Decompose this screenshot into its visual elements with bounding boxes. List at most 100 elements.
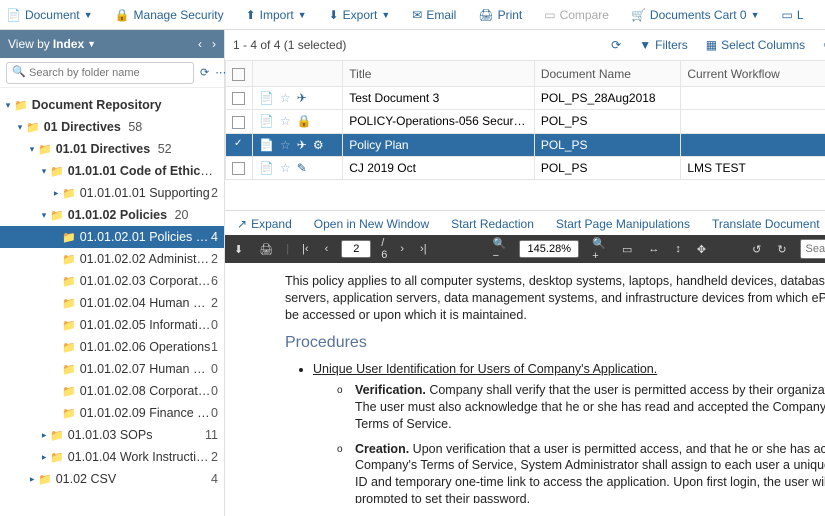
download-icon[interactable]: ⬇ <box>231 243 246 256</box>
tree-node[interactable]: ▾📁01.01.02 Policies 20 <box>0 204 224 226</box>
folder-icon: 📁 <box>62 363 76 376</box>
view-by-bar[interactable]: View by Index ▼ ‹ › <box>0 30 224 58</box>
star-icon[interactable]: ☆ <box>280 91 291 105</box>
col-workflow[interactable]: Current Workflow <box>681 61 825 87</box>
print-icon[interactable]: 🖨 <box>256 243 276 256</box>
caret-icon[interactable]: ▾ <box>26 144 38 155</box>
fit-height-icon[interactable]: ↕ <box>672 243 684 255</box>
caret-icon[interactable]: ▾ <box>51 187 62 199</box>
filters-button[interactable]: ▼ Filters <box>639 38 688 52</box>
print-label: Print <box>498 8 523 22</box>
row-checkbox[interactable] <box>232 116 245 129</box>
caret-icon[interactable]: ▾ <box>27 473 38 485</box>
tree-node[interactable]: ▾📁01.01.03 SOPs11 <box>0 424 224 446</box>
tree-node[interactable]: 📁01.01.02.09 Finance and Ac...0 <box>0 402 224 424</box>
folder-search-input[interactable] <box>6 62 194 84</box>
row-checkbox[interactable] <box>232 162 245 175</box>
tree-node[interactable]: ▾📁01.01 Directives 52 <box>0 138 224 160</box>
zoom-input[interactable] <box>519 240 579 258</box>
caret-down-icon: ▼ <box>751 10 760 20</box>
tree-node[interactable]: 📁01.01.02.08 Corporate Com...0 <box>0 380 224 402</box>
tree-node[interactable]: 📁01.01.02.05 Information Te...0 <box>0 314 224 336</box>
rotate-cw-icon[interactable]: ↻ <box>774 243 789 256</box>
tree-node-selected[interactable]: 📁01.01.02.01 Policies System4 <box>0 226 224 248</box>
gear-icon[interactable]: ⚙ <box>313 138 324 152</box>
send-icon[interactable]: ✈ <box>297 91 307 105</box>
documents-cart-button[interactable]: 🛒 Documents Cart 0 ▼ <box>631 8 760 22</box>
tree-node[interactable]: ▾📁01.01.01.01 Supporting2 <box>0 182 224 204</box>
caret-icon[interactable]: ▾ <box>38 210 50 221</box>
start-page-manipulations-button[interactable]: Start Page Manipulations <box>556 217 690 231</box>
document-grid: Title Document Name Current Workflow Cur… <box>225 60 825 180</box>
star-icon[interactable]: ☆ <box>280 114 291 128</box>
doc-icon: 📄 <box>259 161 274 175</box>
doc-sub-item: Verification. Company shall verify that … <box>337 382 825 433</box>
caret-icon[interactable]: ▾ <box>39 429 50 441</box>
select-all-header[interactable] <box>226 61 253 87</box>
first-page-icon[interactable]: |‹ <box>299 243 312 255</box>
zoom-in-icon[interactable]: 🔍+ <box>589 237 609 262</box>
table-row[interactable]: 📄 ☆ ✎CJ 2019 OctPOL_PSLMS TESTApprova <box>226 156 825 179</box>
refresh-grid-icon[interactable]: ⟳ <box>611 38 621 52</box>
caret-icon[interactable]: ▾ <box>39 451 50 463</box>
page-input[interactable] <box>341 240 371 258</box>
star-icon[interactable]: ☆ <box>280 161 291 175</box>
tree-node[interactable]: ▾📁01.01.01 Code of Ethics 19 <box>0 160 224 182</box>
pan-icon[interactable]: ✥ <box>694 243 709 256</box>
refresh-tree-icon[interactable]: ⟳ <box>200 66 209 79</box>
chevron-left-icon[interactable]: ‹ <box>198 37 202 51</box>
tree-node[interactable]: 📁01.01.02.03 Corporate Qual...6 <box>0 270 224 292</box>
import-menu[interactable]: ⬆ Import ▼ <box>246 8 307 22</box>
email-button[interactable]: ✉ Email <box>412 8 456 22</box>
export-menu[interactable]: ⬇ Export ▼ <box>329 8 391 22</box>
next-page-icon[interactable]: › <box>397 243 407 255</box>
cell-docname: POL_PS <box>534 133 681 156</box>
extra-right-button[interactable]: ▭ L <box>782 8 804 22</box>
last-page-icon[interactable]: ›| <box>417 243 430 255</box>
send-icon[interactable]: ✈ <box>297 138 307 152</box>
viewer-tabs: ↗ Expand Open in New Window Start Redact… <box>225 210 825 235</box>
col-title[interactable]: Title <box>343 61 535 87</box>
document-preview: This policy applies to all computer syst… <box>225 263 825 503</box>
tree-node[interactable]: 📁01.01.02.06 Operations1 <box>0 336 224 358</box>
row-checkbox[interactable] <box>232 139 245 152</box>
tree-root[interactable]: ▾📁Document Repository <box>0 94 224 116</box>
start-redaction-button[interactable]: Start Redaction <box>451 217 534 231</box>
caret-icon[interactable]: ▾ <box>38 166 50 177</box>
table-row[interactable]: 📄 ☆ ✈Test Document 3POL_PS_28Aug2018 <box>226 87 825 110</box>
open-new-window-button[interactable]: Open in New Window <box>314 217 429 231</box>
edit-icon[interactable]: ✎ <box>297 161 307 175</box>
zoom-out-icon[interactable]: 🔍− <box>490 237 510 262</box>
tree-node[interactable]: 📁01.01.02.07 Human Subject...0 <box>0 358 224 380</box>
manage-security-button[interactable]: 🔒 Manage Security <box>115 8 224 22</box>
document-menu[interactable]: 📄 Document ▼ <box>6 8 93 22</box>
print-button[interactable]: 🖨 Print <box>478 8 522 22</box>
table-row[interactable]: 📄 ☆ 🔒POLICY-Operations-056 Security ...P… <box>226 110 825 133</box>
compare-button[interactable]: ▭ Compare <box>544 8 609 22</box>
tree-node[interactable]: ▾📁01.02 CSV4 <box>0 468 224 490</box>
fit-width-icon[interactable]: ↔ <box>645 243 662 255</box>
expand-button[interactable]: ↗ Expand <box>237 217 292 231</box>
star-icon[interactable]: ☆ <box>280 138 291 152</box>
tree-node[interactable]: ▾📁01.01.04 Work Instructions2 <box>0 446 224 468</box>
caret-icon[interactable]: ▾ <box>14 122 26 133</box>
cell-title: CJ 2019 Oct <box>343 156 535 179</box>
tree-node[interactable]: 📁01.01.02.04 Human Resour...2 <box>0 292 224 314</box>
caret-down-icon: ▼ <box>381 10 390 20</box>
tree-node[interactable]: 📁01.01.02.02 Administration ...2 <box>0 248 224 270</box>
select-columns-button[interactable]: ▦ Select Columns <box>706 38 805 52</box>
document-menu-label: Document <box>25 8 80 22</box>
main-area: 1 - 4 of 4 (1 selected) ⟳ ▼ Filters ▦ Se… <box>225 30 825 516</box>
row-checkbox[interactable] <box>232 92 245 105</box>
prev-page-icon[interactable]: ‹ <box>322 243 332 255</box>
tree-node[interactable]: ▾📁01 Directives 58 <box>0 116 224 138</box>
chevron-right-icon[interactable]: › <box>212 37 216 51</box>
table-row[interactable]: 📄 ☆ ✈ ⚙Policy PlanPOL_PS <box>226 133 825 156</box>
caret-icon[interactable]: ▾ <box>2 100 14 111</box>
doc-heading: Procedures <box>285 334 825 352</box>
translate-document-button[interactable]: Translate Document <box>712 217 820 231</box>
rotate-ccw-icon[interactable]: ↺ <box>749 243 764 256</box>
col-docname[interactable]: Document Name <box>534 61 681 87</box>
fit-page-icon[interactable]: ▭ <box>619 243 635 256</box>
pdf-search-input[interactable] <box>800 239 825 259</box>
